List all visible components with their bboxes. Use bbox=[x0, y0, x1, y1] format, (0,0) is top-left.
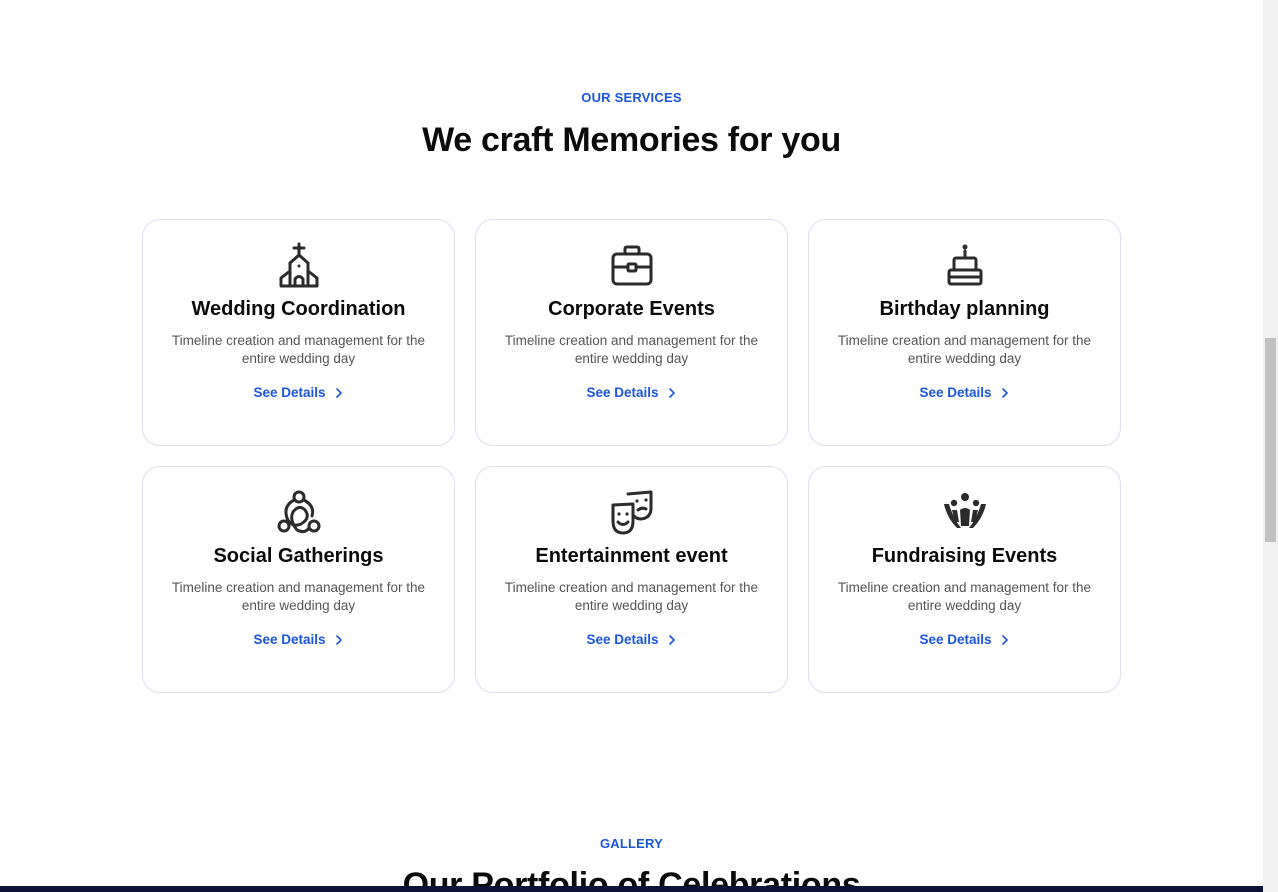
service-card-birthday: Birthday planning Timeline creation and … bbox=[808, 219, 1121, 446]
main-content: OUR SERVICES We craft Memories for you W… bbox=[0, 0, 1263, 892]
service-description: Timeline creation and management for the… bbox=[504, 580, 759, 613]
scrollbar-thumb[interactable] bbox=[1265, 338, 1276, 542]
see-details-link[interactable]: See Details bbox=[476, 632, 787, 647]
see-details-label: See Details bbox=[253, 385, 326, 400]
services-eyebrow: OUR SERVICES bbox=[581, 90, 682, 105]
theater-masks-icon bbox=[607, 487, 657, 537]
service-description: Timeline creation and management for the… bbox=[837, 580, 1092, 613]
service-card-social: Social Gatherings Timeline creation and … bbox=[142, 466, 455, 693]
see-details-link[interactable]: See Details bbox=[143, 632, 454, 647]
footer-edge bbox=[0, 886, 1263, 892]
service-title: Fundraising Events bbox=[871, 545, 1058, 567]
see-details-label: See Details bbox=[586, 385, 659, 400]
vertical-scrollbar[interactable] bbox=[1263, 0, 1278, 892]
service-card-corporate: Corporate Events Timeline creation and m… bbox=[475, 219, 788, 446]
service-description: Timeline creation and management for the… bbox=[171, 333, 426, 366]
service-title: Corporate Events bbox=[548, 298, 715, 320]
chevron-right-icon bbox=[668, 387, 675, 398]
service-card-wedding: Wedding Coordination Timeline creation a… bbox=[142, 219, 455, 446]
see-details-link[interactable]: See Details bbox=[143, 385, 454, 400]
cake-icon bbox=[940, 240, 990, 290]
see-details-label: See Details bbox=[919, 632, 992, 647]
people-network-icon bbox=[274, 487, 324, 537]
chevron-right-icon bbox=[1001, 387, 1008, 398]
see-details-label: See Details bbox=[586, 632, 659, 647]
services-title: We craft Memories for you bbox=[422, 121, 841, 159]
chevron-right-icon bbox=[335, 387, 342, 398]
service-card-fundraising: Fundraising Events Timeline creation and… bbox=[808, 466, 1121, 693]
see-details-link[interactable]: See Details bbox=[809, 632, 1120, 647]
service-title: Wedding Coordination bbox=[191, 298, 406, 320]
services-grid: Wedding Coordination Timeline creation a… bbox=[142, 219, 1121, 693]
see-details-link[interactable]: See Details bbox=[476, 385, 787, 400]
service-title: Birthday planning bbox=[879, 298, 1050, 320]
see-details-label: See Details bbox=[919, 385, 992, 400]
see-details-label: See Details bbox=[253, 632, 326, 647]
church-icon bbox=[274, 240, 324, 290]
chevron-right-icon bbox=[335, 634, 342, 645]
service-title: Entertainment event bbox=[535, 545, 728, 567]
service-description: Timeline creation and management for the… bbox=[171, 580, 426, 613]
page: OUR SERVICES We craft Memories for you W… bbox=[0, 0, 1278, 892]
chevron-right-icon bbox=[1001, 634, 1008, 645]
service-card-entertainment: Entertainment event Timeline creation an… bbox=[475, 466, 788, 693]
service-description: Timeline creation and management for the… bbox=[504, 333, 759, 366]
raised-hands-icon bbox=[940, 487, 990, 537]
see-details-link[interactable]: See Details bbox=[809, 385, 1120, 400]
briefcase-icon bbox=[607, 240, 657, 290]
service-title: Social Gatherings bbox=[213, 545, 384, 567]
gallery-eyebrow: GALLERY bbox=[599, 836, 664, 851]
service-description: Timeline creation and management for the… bbox=[837, 333, 1092, 366]
chevron-right-icon bbox=[668, 634, 675, 645]
